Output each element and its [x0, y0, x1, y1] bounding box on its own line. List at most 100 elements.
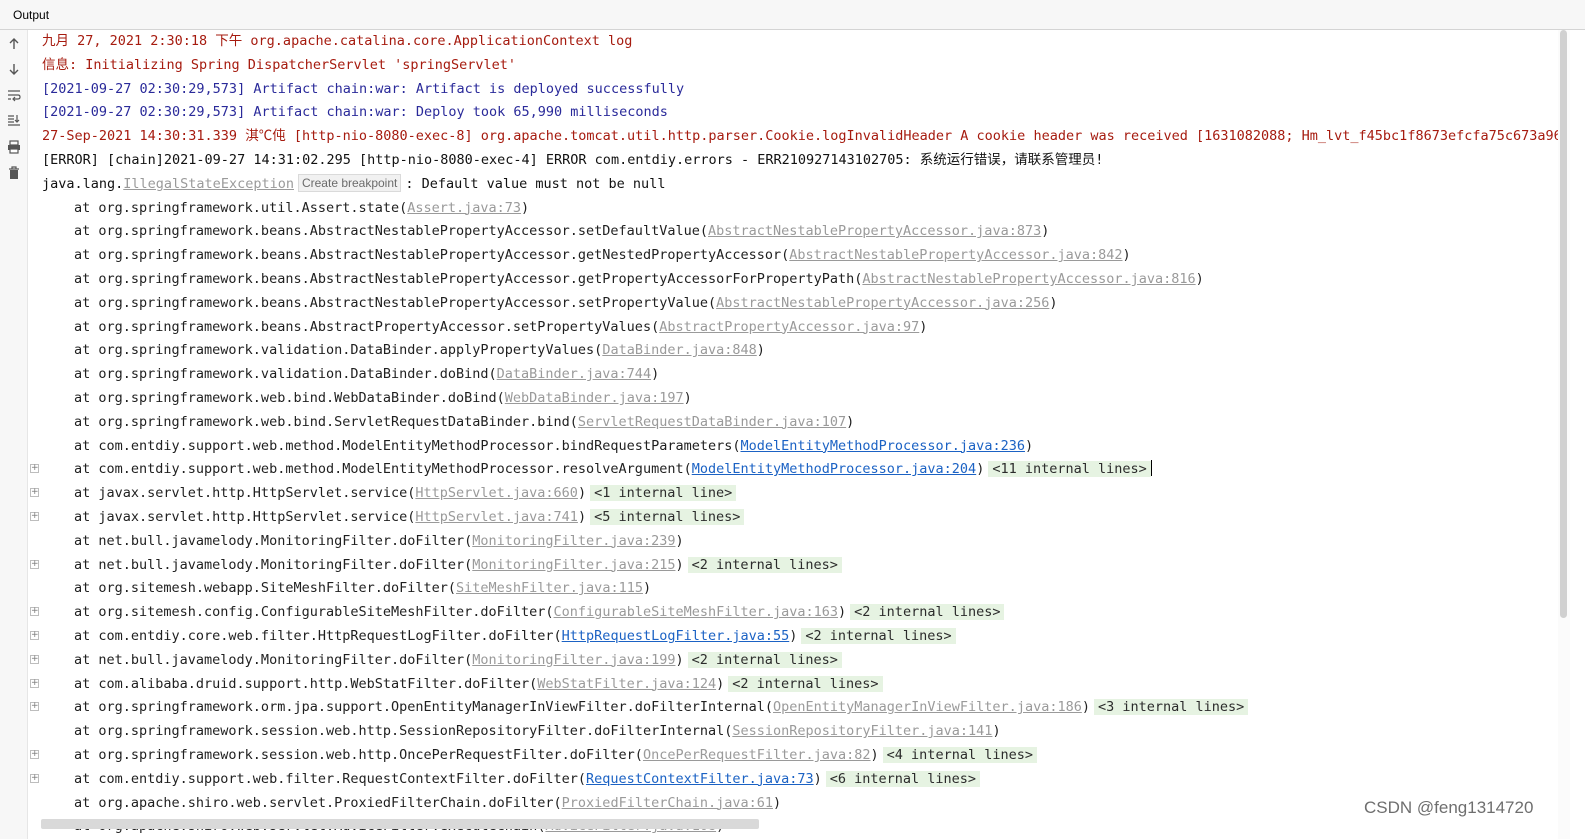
internal-lines-fold[interactable]: <2 internal lines>: [728, 675, 883, 692]
source-file-link[interactable]: OncePerRequestFilter.java:82: [643, 747, 871, 763]
source-file-link[interactable]: ConfigurableSiteMeshFilter.java:163: [554, 604, 838, 620]
expand-frames-icon[interactable]: +: [30, 654, 39, 664]
source-file-link[interactable]: ModelEntityMethodProcessor.java:236: [740, 438, 1024, 454]
stack-frame-line: + at com.alibaba.druid.support.http.WebSt…: [28, 673, 1558, 695]
internal-lines-fold[interactable]: <4 internal lines>: [882, 747, 1037, 763]
source-file-link[interactable]: RequestContextFilter.java:73: [586, 771, 814, 787]
frame-close-paren: ): [1049, 294, 1058, 311]
frame-close-paren: ): [870, 747, 879, 763]
source-file-link[interactable]: AbstractNestablePropertyAccessor.java:25…: [716, 295, 1049, 311]
source-file-link[interactable]: AbstractNestablePropertyAccessor.java:87…: [708, 223, 1041, 239]
frame-text: at javax.servlet.http.HttpServlet.servic…: [42, 482, 737, 504]
scroll-to-end-button[interactable]: [4, 110, 24, 130]
frame-text: at org.springframework.beans.AbstractNes…: [42, 268, 1204, 290]
soft-wrap-button[interactable]: [4, 85, 24, 105]
source-file-link[interactable]: MonitoringFilter.java:199: [472, 652, 675, 668]
expand-frames-icon[interactable]: +: [30, 631, 39, 640]
source-file-link[interactable]: WebDataBinder.java:197: [505, 390, 684, 406]
source-file-link[interactable]: AbstractPropertyAccessor.java:97: [659, 319, 919, 335]
internal-lines-fold[interactable]: <6 internal lines>: [825, 770, 981, 787]
create-breakpoint-button[interactable]: Create breakpoint: [297, 173, 402, 192]
frame-text: at org.springframework.validation.DataBi…: [42, 339, 765, 361]
source-file-link[interactable]: SessionRepositoryFilter.java:141: [732, 723, 992, 739]
source-file-link[interactable]: HttpServlet.java:660: [415, 485, 578, 501]
frame-method: at net.bull.javamelody.MonitoringFilter.…: [74, 556, 473, 573]
stack-frame-line: at org.springframework.validation.DataBi…: [28, 339, 1558, 361]
frame-close-paren: ): [521, 199, 530, 216]
frame-method: at javax.servlet.http.HttpServlet.servic…: [74, 509, 416, 525]
internal-lines-fold[interactable]: <2 internal lines>: [687, 556, 842, 573]
expand-frames-icon[interactable]: +: [30, 702, 39, 712]
frame-close-paren: ): [1041, 223, 1050, 240]
frame-close-paren: ): [1195, 271, 1204, 287]
internal-lines-fold[interactable]: <1 internal line>: [590, 485, 737, 502]
stack-frame-line: + at javax.servlet.http.HttpServlet.servi…: [28, 482, 1558, 504]
print-button[interactable]: [4, 137, 24, 157]
source-file-link[interactable]: WebStatFilter.java:124: [537, 676, 716, 692]
internal-lines-fold[interactable]: <3 internal lines>: [1093, 699, 1249, 716]
expand-frames-icon[interactable]: +: [30, 773, 39, 783]
source-file-link[interactable]: ModelEntityMethodProcessor.java:204: [692, 461, 976, 477]
expand-frames-icon[interactable]: +: [30, 607, 39, 617]
down-stack-frame-button[interactable]: [4, 59, 24, 79]
frame-text: at org.apache.shiro.web.servlet.ProxiedF…: [42, 792, 781, 814]
source-file-link[interactable]: AbstractNestablePropertyAccessor.java:81…: [862, 271, 1195, 287]
internal-lines-fold[interactable]: <5 internal lines>: [590, 509, 745, 525]
expand-frames-icon[interactable]: +: [30, 559, 39, 569]
frame-close-paren: ): [577, 509, 587, 525]
source-file-link[interactable]: MonitoringFilter.java:239: [472, 533, 675, 549]
output-panel-header: Output: [0, 0, 1585, 30]
frame-method: at com.entdiy.support.web.method.ModelEn…: [74, 437, 741, 454]
expand-frames-icon[interactable]: +: [30, 678, 39, 688]
source-file-link[interactable]: MonitoringFilter.java:215: [472, 557, 675, 573]
source-file-link[interactable]: ServletRequestDataBinder.java:107: [578, 414, 846, 430]
source-file-link[interactable]: DataBinder.java:744: [497, 366, 651, 382]
horizontal-scrollbar[interactable]: [41, 819, 759, 829]
source-file-link[interactable]: AbstractNestablePropertyAccessor.java:84…: [789, 247, 1122, 263]
frame-method: at com.entdiy.core.web.filter.HttpReques…: [74, 628, 562, 644]
frame-text: at org.springframework.session.web.http.…: [42, 744, 1037, 766]
source-file-link[interactable]: SiteMeshFilter.java:115: [456, 580, 643, 596]
stack-frame-line: + at org.springframework.orm.jpa.support.…: [28, 696, 1558, 718]
expand-frames-icon[interactable]: +: [30, 512, 39, 521]
log-line: [ERROR] [chain]2021-09-27 14:31:02.295 […: [42, 152, 1104, 168]
internal-lines-fold[interactable]: <11 internal lines>: [988, 461, 1151, 478]
internal-lines-fold[interactable]: <2 internal lines>: [687, 651, 842, 668]
source-file-link[interactable]: HttpServlet.java:741: [415, 509, 578, 525]
frame-method: at net.bull.javamelody.MonitoringFilter.…: [74, 651, 473, 668]
frame-close-paren: ): [992, 723, 1001, 740]
stack-frame-line: at org.apache.shiro.web.servlet.ProxiedF…: [28, 792, 1558, 814]
stack-frame-line: at com.entdiy.support.web.method.ModelEn…: [28, 435, 1558, 457]
print-icon: [8, 140, 20, 154]
expand-frames-icon[interactable]: +: [30, 464, 39, 474]
frame-text: at net.bull.javamelody.MonitoringFilter.…: [42, 530, 684, 552]
source-file-link[interactable]: OpenEntityManagerInViewFilter.java:186: [773, 699, 1082, 715]
frame-method: at com.entdiy.support.web.method.ModelEn…: [74, 461, 692, 478]
scroll-thumb[interactable]: [1560, 30, 1567, 618]
frame-close-paren: ): [716, 675, 725, 692]
expand-frames-icon[interactable]: +: [30, 750, 39, 759]
vertical-scrollbar[interactable]: [1558, 30, 1570, 839]
frame-close-paren: ): [919, 318, 928, 335]
internal-lines-fold[interactable]: <2 internal lines>: [801, 628, 956, 644]
console-output[interactable]: 九月 27, 2021 2:30:18 下午 org.apache.catali…: [28, 30, 1558, 839]
stack-frame-line: + at com.entdiy.support.web.filter.Reques…: [28, 768, 1558, 790]
exception-class-link[interactable]: IllegalStateException: [123, 176, 294, 192]
frame-close-paren: ): [1122, 247, 1131, 264]
source-file-link[interactable]: DataBinder.java:848: [602, 342, 756, 358]
frame-close-paren: ): [1024, 437, 1034, 454]
stack-frame-line: at org.springframework.beans.AbstractNes…: [28, 220, 1558, 242]
source-file-link[interactable]: HttpRequestLogFilter.java:55: [562, 628, 790, 644]
up-stack-frame-button[interactable]: [4, 34, 24, 54]
expand-frames-icon[interactable]: +: [30, 488, 39, 498]
frame-text: at org.springframework.orm.jpa.support.O…: [42, 696, 1249, 718]
frame-text: at org.springframework.beans.AbstractPro…: [42, 316, 927, 338]
frame-method: at org.springframework.beans.AbstractNes…: [74, 223, 708, 240]
internal-lines-fold[interactable]: <2 internal lines>: [850, 604, 1005, 621]
frame-text: at org.springframework.beans.AbstractNes…: [42, 244, 1131, 266]
arrow-down-icon: [9, 64, 19, 75]
clear-all-button[interactable]: [4, 163, 24, 183]
source-file-link[interactable]: Assert.java:73: [407, 200, 521, 216]
source-file-link[interactable]: ProxiedFilterChain.java:61: [562, 795, 773, 811]
frame-text: at com.entdiy.support.web.method.ModelEn…: [42, 458, 1152, 480]
